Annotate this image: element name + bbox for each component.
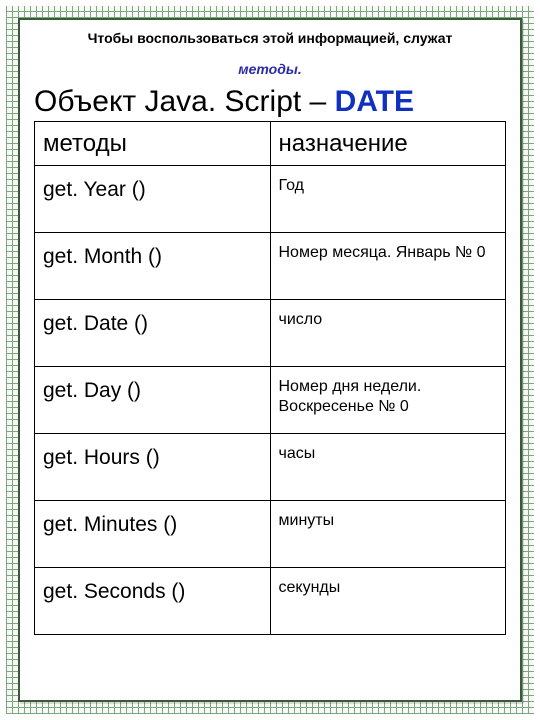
header-purpose: назначение (270, 122, 506, 166)
table-row: get. Date () число (35, 300, 506, 367)
table-row: get. Month () Номер месяца. Январь № 0 (35, 233, 506, 300)
lead-line: Чтобы воспользоваться этой информацией, … (88, 30, 453, 46)
hatch-border: Чтобы воспользоваться этой информацией, … (6, 6, 534, 714)
desc-cell: число (270, 300, 506, 367)
table-row: get. Minutes () минуты (35, 501, 506, 568)
method-cell: get. Day () (35, 367, 271, 434)
method-cell: get. Seconds () (35, 568, 271, 635)
desc-cell: Номер дня недели. Воскресенье № 0 (270, 367, 506, 434)
desc-cell: часы (270, 434, 506, 501)
page-outer: Чтобы воспользоваться этой информацией, … (0, 0, 540, 720)
page-title: Объект Java. Script – DATE (34, 86, 506, 118)
table-row: get. Day () Номер дня недели. Воскресень… (35, 367, 506, 434)
title-prefix: Объект Java. Script – (34, 85, 335, 118)
desc-cell: Номер месяца. Январь № 0 (270, 233, 506, 300)
method-cell: get. Minutes () (35, 501, 271, 568)
paper: Чтобы воспользоваться этой информацией, … (18, 18, 522, 702)
methods-table: методы назначение get. Year () Год get. … (34, 121, 506, 635)
table-header-row: методы назначение (35, 122, 506, 166)
desc-cell: секунды (270, 568, 506, 635)
table-row: get. Hours () часы (35, 434, 506, 501)
method-cell: get. Date () (35, 300, 271, 367)
method-cell: get. Year () (35, 166, 271, 233)
lead-text: Чтобы воспользоваться этой информацией, … (34, 30, 506, 78)
desc-cell: минуты (270, 501, 506, 568)
lead-emphasis: методы. (34, 61, 506, 78)
title-date: DATE (335, 85, 414, 118)
method-cell: get. Month () (35, 233, 271, 300)
table-row: get. Seconds () секунды (35, 568, 506, 635)
table-row: get. Year () Год (35, 166, 506, 233)
desc-cell: Год (270, 166, 506, 233)
header-methods: методы (35, 122, 271, 166)
method-cell: get. Hours () (35, 434, 271, 501)
